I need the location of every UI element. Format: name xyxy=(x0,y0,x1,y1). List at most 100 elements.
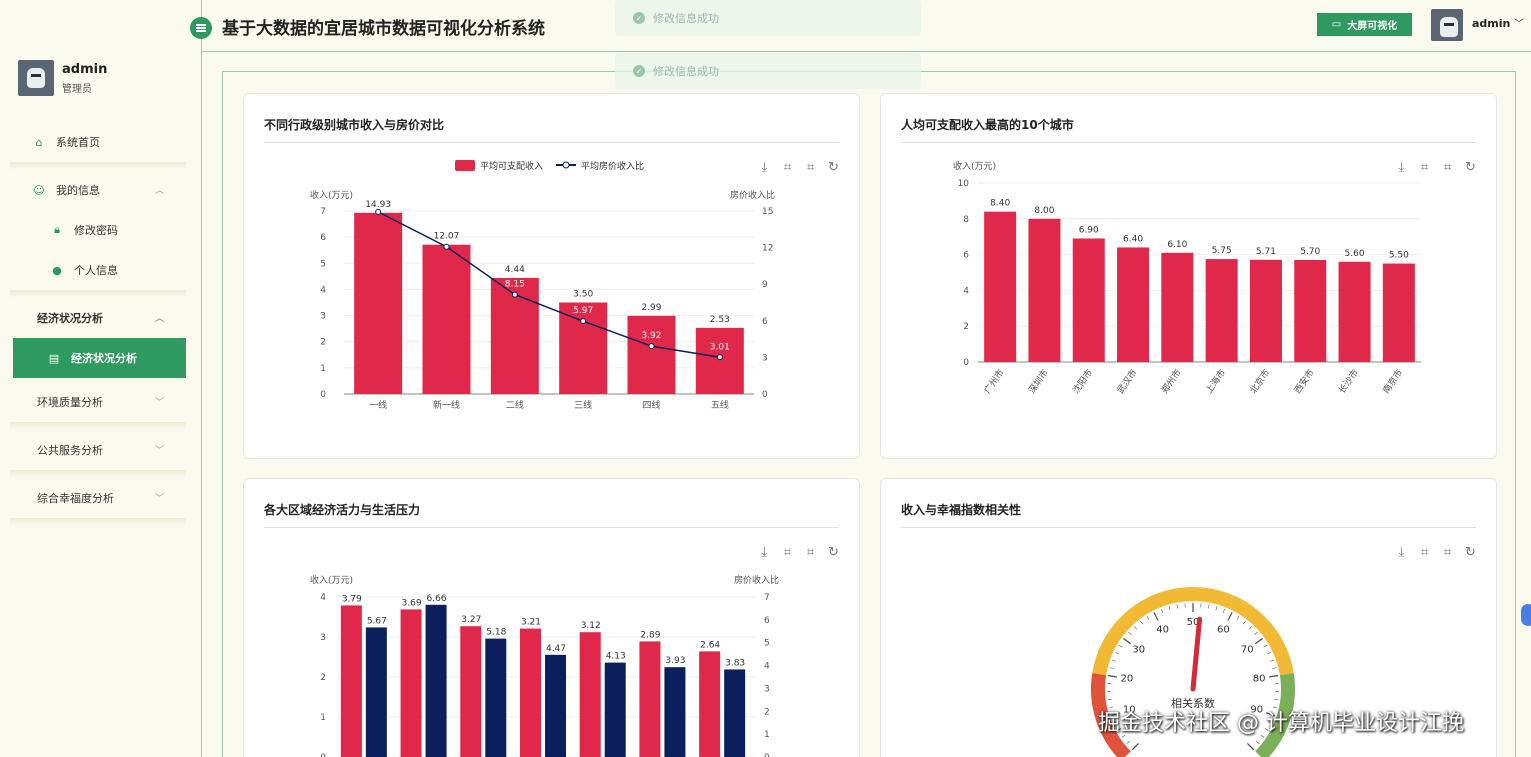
gauge-tick xyxy=(1126,741,1131,745)
x-tick-label: 广州市 xyxy=(981,367,1006,396)
y2-tick-label: 6 xyxy=(762,317,768,327)
menu-personal-info-label: 个人信息 xyxy=(74,264,118,277)
chart-1: 平均可支配收入 平均房价收入比收入(万元) 房价收入比012345670369121… xyxy=(310,160,775,411)
gauge-tick xyxy=(1222,608,1225,613)
header-username[interactable]: admin xyxy=(1472,17,1510,30)
y2-tick-label: 1 xyxy=(764,730,770,740)
y-tick-label: 7 xyxy=(320,207,326,217)
bar-ratio xyxy=(545,654,566,757)
x-tick-label: 南京市 xyxy=(1380,367,1405,396)
toast-message: ✓ 修改信息成功 xyxy=(615,53,921,89)
bar-ratio xyxy=(425,604,447,757)
gauge-tick xyxy=(1246,742,1255,751)
menu-my-info[interactable]: ☺ 我的信息 ︿ xyxy=(10,170,186,210)
menu-env-label: 环境质量分析 xyxy=(37,396,103,409)
point-ratio xyxy=(580,318,587,325)
y2-tick-label: 4 xyxy=(764,662,770,672)
x-tick-label: 武汉市 xyxy=(1114,367,1139,396)
menu-home[interactable]: ⌂ 系统首页 xyxy=(10,122,186,162)
bar-value-label: 6.10 xyxy=(1167,240,1187,250)
gauge-tick xyxy=(1168,606,1171,611)
bar-value-label: 14.93 xyxy=(365,200,391,210)
y-tick-label: 3 xyxy=(320,633,326,643)
bar-value-label: 3.21 xyxy=(521,618,541,628)
legend-label-income: 平均可支配收入 xyxy=(480,160,543,172)
menu-change-password[interactable]: 🔒︎ 修改密码 xyxy=(10,210,186,250)
bar-value-label: 3.69 xyxy=(402,598,422,608)
gauge-tick xyxy=(1270,659,1275,662)
gauge-tick xyxy=(1111,659,1116,662)
bar-income xyxy=(460,626,482,757)
bar-value-label: 3.27 xyxy=(461,615,481,625)
header-avatar[interactable] xyxy=(1431,9,1463,41)
y-tick-label: 10 xyxy=(958,179,970,189)
gauge-tick xyxy=(1131,742,1140,751)
x-tick-label: 五线 xyxy=(711,399,729,411)
gauge-tick xyxy=(1118,644,1123,648)
y-axis-title: 收入(万元) xyxy=(953,160,996,172)
x-tick-label: 西安市 xyxy=(1291,367,1316,396)
gauge-tick-label: 60 xyxy=(1217,624,1230,635)
bar-value-label: 6.66 xyxy=(427,594,447,604)
bar-value-label: 4.47 xyxy=(546,644,566,654)
menu-econ-analysis[interactable]: ▤ 经济状况分析 xyxy=(13,338,186,378)
bar-income xyxy=(559,302,608,394)
side-menu: ⌂ 系统首页 ☺ 我的信息 ︿ 🔒︎ 修改密码 ● 个人信息 经济状况分析 ︿ ▤ 经济状况分… xyxy=(10,122,186,526)
y2-tick-label: 0 xyxy=(764,753,770,757)
y2-axis-title: 房价收入比 xyxy=(730,189,775,201)
bar-value-label: 5.60 xyxy=(1345,249,1365,259)
bar-income xyxy=(340,605,362,757)
ratio-value-label: 3.01 xyxy=(710,342,730,352)
chevron-down-icon: ﹀ xyxy=(154,398,164,408)
gauge-tick xyxy=(1254,631,1258,635)
gauge-tick xyxy=(1263,644,1268,648)
gauge-tick xyxy=(1254,637,1263,645)
menu-my-info-label: 我的信息 xyxy=(56,184,100,197)
chevron-up-icon: ︿ xyxy=(154,186,164,196)
bar-income xyxy=(984,211,1017,362)
x-tick-label: 北京市 xyxy=(1247,367,1272,396)
toast-message: ✓ 修改信息成功 xyxy=(615,0,921,36)
chevron-down-icon: ﹀ xyxy=(154,494,164,504)
bar-value-label: 6.40 xyxy=(1123,234,1143,244)
bar-value-label: 2.89 xyxy=(640,630,660,640)
chart-2: 收入(万元) 0 2 4 6 8 10 8.40 广州市 8.00 深圳市 6.90 沈阳市 6.40 武汉… xyxy=(953,160,1421,396)
y-tick-label: 8 xyxy=(963,215,969,225)
chevron-down-icon[interactable]: ﹀ xyxy=(1514,15,1524,30)
bar-value-label: 4.44 xyxy=(505,265,525,275)
toast-text: 修改信息成功 xyxy=(653,12,719,25)
y2-tick-label: 2 xyxy=(764,707,770,717)
bar-income xyxy=(639,641,661,757)
y-tick-label: 3 xyxy=(320,312,326,322)
gauge-tick xyxy=(1255,741,1260,745)
gauge-tick-label: 40 xyxy=(1156,624,1169,635)
avatar xyxy=(18,60,54,96)
menu-econ-analysis-label: 经济状况分析 xyxy=(71,352,137,365)
big-screen-button[interactable]: ▭ 大屏可视化 xyxy=(1317,13,1412,36)
legend-swatch-income xyxy=(455,160,475,171)
y-tick-label: 4 xyxy=(963,286,969,296)
menu-env[interactable]: 环境质量分析 ﹀ xyxy=(10,382,186,422)
menu-happy[interactable]: 综合幸福度分析 ﹀ xyxy=(10,478,186,518)
bar-income xyxy=(1382,263,1415,362)
menu-public[interactable]: 公共服务分析 ﹀ xyxy=(10,430,186,470)
y-tick-label: 1 xyxy=(320,713,326,723)
bar-income xyxy=(1117,247,1150,362)
bar-value-label: 5.71 xyxy=(1256,247,1276,257)
bar-value-label: 3.83 xyxy=(725,658,745,668)
gauge-tick xyxy=(1215,606,1218,611)
menu-personal-info[interactable]: ● 个人信息 xyxy=(10,250,186,290)
gauge-tick xyxy=(1140,620,1143,625)
ratio-value-label: 8.15 xyxy=(505,280,525,290)
gauge-tick xyxy=(1268,674,1279,678)
point-ratio xyxy=(375,208,382,215)
bar-value-label: 3.50 xyxy=(573,290,593,300)
card-top10-income: 人均可支配收入最高的10个城市 ⤓ ⌗ ⌗ ↻ 收入(万元) 0 2 4 6 8 10 8.40 广州… xyxy=(880,93,1497,459)
y-axis-title: 收入(万元) xyxy=(310,574,353,586)
side-tab-handle[interactable] xyxy=(1521,604,1531,626)
menu-econ-group-label: 经济状况分析 xyxy=(37,312,103,325)
gauge-tick xyxy=(1123,637,1132,645)
menu-toggle-button[interactable] xyxy=(190,17,212,39)
x-tick-label: 上海市 xyxy=(1203,367,1228,396)
menu-econ-group[interactable]: 经济状况分析 ︿ xyxy=(10,298,186,338)
